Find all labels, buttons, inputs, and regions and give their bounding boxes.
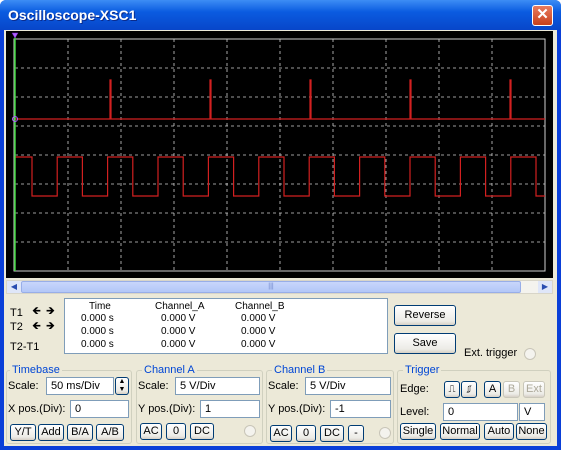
close-button[interactable]: ✕ bbox=[532, 5, 553, 26]
trigger-edge-label: Edge: bbox=[400, 383, 429, 395]
channel-b-dc-button[interactable]: DC bbox=[320, 425, 344, 442]
trigger-b-button: B bbox=[503, 381, 520, 398]
channel-a-ypos-field[interactable]: 1 bbox=[200, 400, 260, 418]
t1-right-icon[interactable]: 🡺 bbox=[44, 306, 57, 318]
t2-right-icon[interactable]: 🡺 bbox=[44, 321, 57, 333]
channel-b-ypos-field[interactable]: -1 bbox=[330, 400, 391, 418]
t2-t1-channel-a: 0.000 V bbox=[161, 339, 196, 350]
channel-a-title: Channel A bbox=[142, 364, 197, 376]
reverse-button[interactable]: Reverse bbox=[394, 305, 456, 326]
cursor-readout-table: Time Channel_A Channel_B 0.000 s 0.000 V… bbox=[64, 298, 388, 354]
channel-b-terminal[interactable] bbox=[379, 427, 391, 439]
rising-edge-icon[interactable]: ⎍ bbox=[444, 381, 460, 398]
t2-time: 0.000 s bbox=[81, 326, 114, 337]
close-icon: ✕ bbox=[536, 6, 549, 23]
title-bar[interactable]: Oscilloscope-XSC1 ✕ bbox=[0, 0, 561, 30]
falling-edge-icon[interactable]: ⎎ bbox=[461, 381, 477, 398]
oscilloscope-window: Oscilloscope-XSC1 ✕ ◀ ||| ▶ T1 🡸 🡺 T2 🡸 bbox=[0, 0, 561, 450]
scroll-grip: ||| bbox=[268, 283, 274, 290]
t2-t1-label: T2-T1 bbox=[10, 341, 40, 353]
trigger-level-label: Level: bbox=[400, 406, 430, 418]
channel-b-scale-field[interactable]: 5 V/Div bbox=[305, 377, 391, 395]
channel-a-dc-button[interactable]: DC bbox=[190, 423, 214, 440]
timebase-scale-spinner[interactable]: ▲ ▼ bbox=[115, 377, 129, 395]
xpos-label: X pos.(Div): bbox=[8, 403, 66, 415]
graticule-grid bbox=[15, 39, 545, 271]
channel-b-ac-button[interactable]: AC bbox=[270, 425, 292, 442]
header-time: Time bbox=[89, 301, 111, 312]
trigger-none-button[interactable]: None bbox=[516, 423, 547, 440]
t1-channel-a: 0.000 V bbox=[161, 313, 196, 324]
t2-label: T2 bbox=[10, 321, 23, 333]
timebase-scale-label: Scale: bbox=[8, 380, 39, 392]
oscilloscope-client: ◀ ||| ▶ T1 🡸 🡺 T2 🡸 🡺 T2-T1 Time Channel… bbox=[4, 30, 557, 446]
t1-time: 0.000 s bbox=[81, 313, 114, 324]
scroll-left-icon[interactable]: ◀ bbox=[7, 281, 21, 293]
t1-left-icon[interactable]: 🡸 bbox=[30, 306, 43, 318]
trigger-auto-button[interactable]: Auto bbox=[484, 423, 514, 440]
trigger-title: Trigger bbox=[403, 364, 442, 376]
channel-a-ypos-label: Y pos.(Div): bbox=[138, 403, 196, 415]
t2-channel-b: 0.000 V bbox=[241, 326, 276, 337]
channel-b-scale-label: Scale: bbox=[268, 380, 299, 392]
window-title: Oscilloscope-XSC1 bbox=[8, 7, 137, 23]
scroll-thumb[interactable]: ||| bbox=[21, 281, 521, 293]
channel-a-scale-field[interactable]: 5 V/Div bbox=[175, 377, 260, 395]
time-scrollbar[interactable]: ◀ ||| ▶ bbox=[6, 280, 553, 294]
channel-a-zero-button[interactable]: 0 bbox=[166, 423, 186, 440]
mode-yt-button[interactable]: Y/T bbox=[10, 424, 36, 441]
trigger-level-field[interactable]: 0 bbox=[443, 403, 518, 421]
header-channel-a: Channel_A bbox=[155, 301, 205, 312]
timebase-title: Timebase bbox=[10, 364, 62, 376]
ext-trigger-label: Ext. trigger bbox=[464, 347, 518, 359]
t2-t1-time: 0.000 s bbox=[81, 339, 114, 350]
t2-channel-a: 0.000 V bbox=[161, 326, 196, 337]
mode-add-button[interactable]: Add bbox=[38, 424, 64, 441]
xpos-field[interactable]: 0 bbox=[70, 400, 129, 418]
trigger-normal-button[interactable]: Normal bbox=[440, 423, 480, 440]
scroll-right-icon[interactable]: ▶ bbox=[538, 281, 552, 293]
trigger-a-button[interactable]: A bbox=[484, 381, 501, 398]
channel-b-minus-button[interactable]: - bbox=[348, 425, 364, 442]
channel-b-zero-button[interactable]: 0 bbox=[296, 425, 316, 442]
channel-b-ypos-label: Y pos.(Div): bbox=[268, 403, 326, 415]
channel-b-title: Channel B bbox=[272, 364, 328, 376]
timebase-scale-field[interactable]: 50 ms/Div bbox=[46, 377, 114, 395]
t2-left-icon[interactable]: 🡸 bbox=[30, 321, 43, 333]
save-button[interactable]: Save bbox=[394, 333, 456, 354]
channel-a-terminal[interactable] bbox=[244, 425, 256, 437]
trigger-level-unit[interactable]: V bbox=[519, 403, 545, 421]
mode-ba-button[interactable]: B/A bbox=[67, 424, 93, 441]
ext-trigger-terminal[interactable] bbox=[524, 348, 536, 360]
cursor-t1-handle[interactable] bbox=[11, 32, 19, 39]
channel-a-ac-button[interactable]: AC bbox=[140, 423, 162, 440]
mode-ab-button[interactable]: A/B bbox=[96, 424, 124, 441]
t2-t1-channel-b: 0.000 V bbox=[241, 339, 276, 350]
scope-display bbox=[11, 32, 546, 272]
t1-label: T1 bbox=[10, 307, 23, 319]
trigger-ext-button: Ext bbox=[523, 381, 545, 398]
t1-channel-b: 0.000 V bbox=[241, 313, 276, 324]
header-channel-b: Channel_B bbox=[235, 301, 285, 312]
trigger-single-button[interactable]: Single bbox=[400, 423, 436, 440]
scope-screen[interactable] bbox=[6, 31, 553, 278]
channel-a-scale-label: Scale: bbox=[138, 380, 169, 392]
